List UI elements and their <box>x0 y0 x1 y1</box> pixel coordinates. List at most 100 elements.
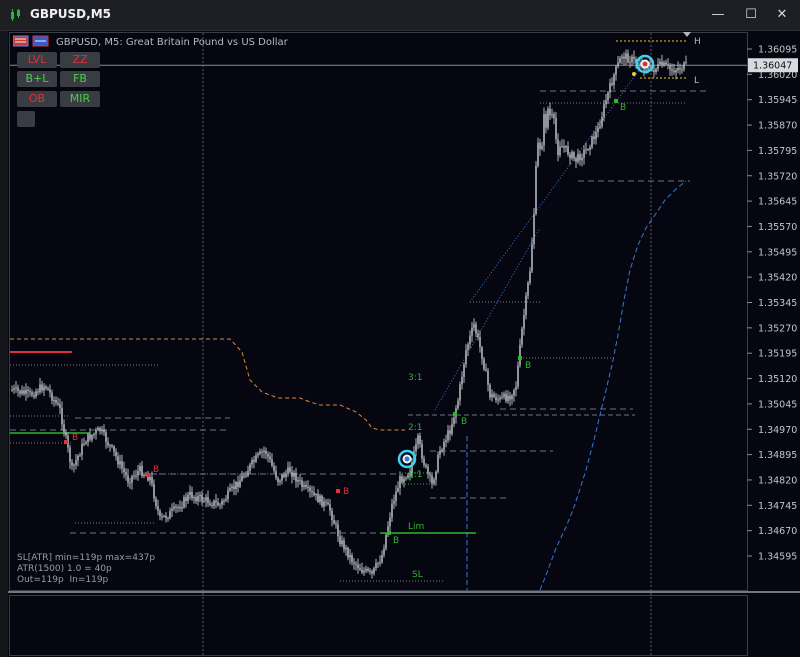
candle-body <box>681 69 683 71</box>
candle-body <box>399 476 401 489</box>
candle-body <box>31 392 33 396</box>
candle-body <box>269 456 271 460</box>
candle-body <box>545 114 547 128</box>
chart-background <box>8 31 800 657</box>
lvl-button[interactable]: LVL <box>17 52 57 68</box>
candle-body <box>267 453 269 457</box>
candle-body <box>421 444 423 459</box>
candle-body <box>303 484 305 487</box>
candle-body <box>345 547 347 550</box>
price-axis-label: 1.35420 <box>758 273 797 284</box>
candle-body <box>599 126 601 128</box>
b-label-green: B <box>525 361 531 371</box>
candle-body <box>29 391 31 393</box>
price-axis-label: 1.35045 <box>758 399 797 410</box>
candle-body <box>495 396 497 401</box>
candle-body <box>13 388 15 390</box>
candle-body <box>621 56 623 59</box>
candle-body <box>379 562 381 564</box>
candle-body <box>633 56 635 59</box>
candle-body <box>507 395 509 402</box>
candle-body <box>659 61 661 65</box>
mir-button[interactable]: MIR <box>60 91 100 107</box>
candle-body <box>125 471 127 476</box>
candle-body <box>361 569 363 573</box>
candle-body <box>75 460 77 465</box>
price-axis-label: 1.35645 <box>758 197 797 208</box>
ratio-2-1-label: 2:1 <box>408 423 422 433</box>
candle-body <box>111 445 113 447</box>
fb-button[interactable]: FB <box>60 71 100 87</box>
left-panel-edge <box>0 31 8 657</box>
candle-body <box>17 387 19 391</box>
candle-body <box>335 523 337 525</box>
candle-body <box>519 344 521 366</box>
candle-body <box>509 395 511 400</box>
candle-body <box>171 508 173 511</box>
candle-body <box>325 501 327 503</box>
blank-button[interactable] <box>17 111 35 127</box>
candle-body <box>153 483 155 499</box>
candle-body <box>19 390 21 394</box>
candle-body <box>99 428 101 432</box>
candle-body <box>467 344 469 351</box>
zz-button[interactable]: ZZ <box>60 52 100 68</box>
candle-body <box>443 442 445 450</box>
sl-label: SL <box>412 570 423 580</box>
bl-button[interactable]: B+L <box>17 71 57 87</box>
candle-body <box>219 504 221 506</box>
candle-body <box>239 480 241 487</box>
price-axis-label: 1.34970 <box>758 425 797 436</box>
candle-body <box>615 66 617 75</box>
candle-body <box>159 510 161 517</box>
candle-body <box>497 399 499 401</box>
minimize-button[interactable]: — <box>706 6 730 24</box>
candle-body <box>539 142 541 150</box>
candle-body <box>419 435 421 445</box>
chart-area[interactable]: 1.36095 1.36020 1.35945 1.35870 1.35795 1.357… <box>8 31 800 657</box>
candle-body <box>287 467 289 474</box>
candle-body <box>257 453 259 456</box>
candle-body <box>151 477 153 484</box>
candle-body <box>323 501 325 507</box>
candle-body <box>653 69 655 72</box>
b-label-red: B <box>72 433 78 443</box>
candle-body <box>661 61 663 66</box>
candle-body <box>569 154 571 159</box>
candle-body <box>561 146 563 148</box>
candle-body <box>141 465 143 477</box>
candle-body <box>33 395 35 397</box>
candle-body <box>677 68 679 71</box>
chart-symbol-label: GBPUSD, M5: Great Britain Pound vs US Do… <box>56 37 288 48</box>
candle-body <box>679 68 681 70</box>
candle-body <box>585 149 587 151</box>
candle-body <box>475 324 477 334</box>
candle-body <box>447 430 449 441</box>
maximize-button[interactable]: ☐ <box>739 6 763 24</box>
candle-body <box>427 466 429 475</box>
candle-body <box>405 477 407 479</box>
close-button[interactable]: ✕ <box>770 6 794 24</box>
candle-body <box>499 397 501 400</box>
candle-body <box>45 386 47 389</box>
price-axis-label: 1.35795 <box>758 146 797 157</box>
candle-body <box>95 430 97 434</box>
candle-body <box>247 470 249 477</box>
candle-body <box>625 53 627 59</box>
candle-body <box>113 446 115 452</box>
candle-body <box>521 328 523 345</box>
candle-body <box>255 455 257 462</box>
candle-body <box>369 570 371 572</box>
candle-body <box>473 324 475 328</box>
price-axis-label: 1.35345 <box>758 298 797 309</box>
sl-atr-info: SL[ATR] min=119p max=437p <box>17 553 156 563</box>
one-click-trading-icon[interactable] <box>13 35 29 47</box>
candle-body <box>39 384 41 393</box>
price-axis-label: 1.35120 <box>758 374 797 385</box>
candle-body <box>91 435 93 440</box>
ob-button[interactable]: OB <box>17 91 57 107</box>
chart-canvas[interactable]: 1.360951.360201.359451.358701.357951.357… <box>8 31 800 657</box>
candle-body <box>627 53 629 63</box>
candle-body <box>59 404 61 408</box>
ratio-1-1-label: 1:1 <box>408 470 422 480</box>
